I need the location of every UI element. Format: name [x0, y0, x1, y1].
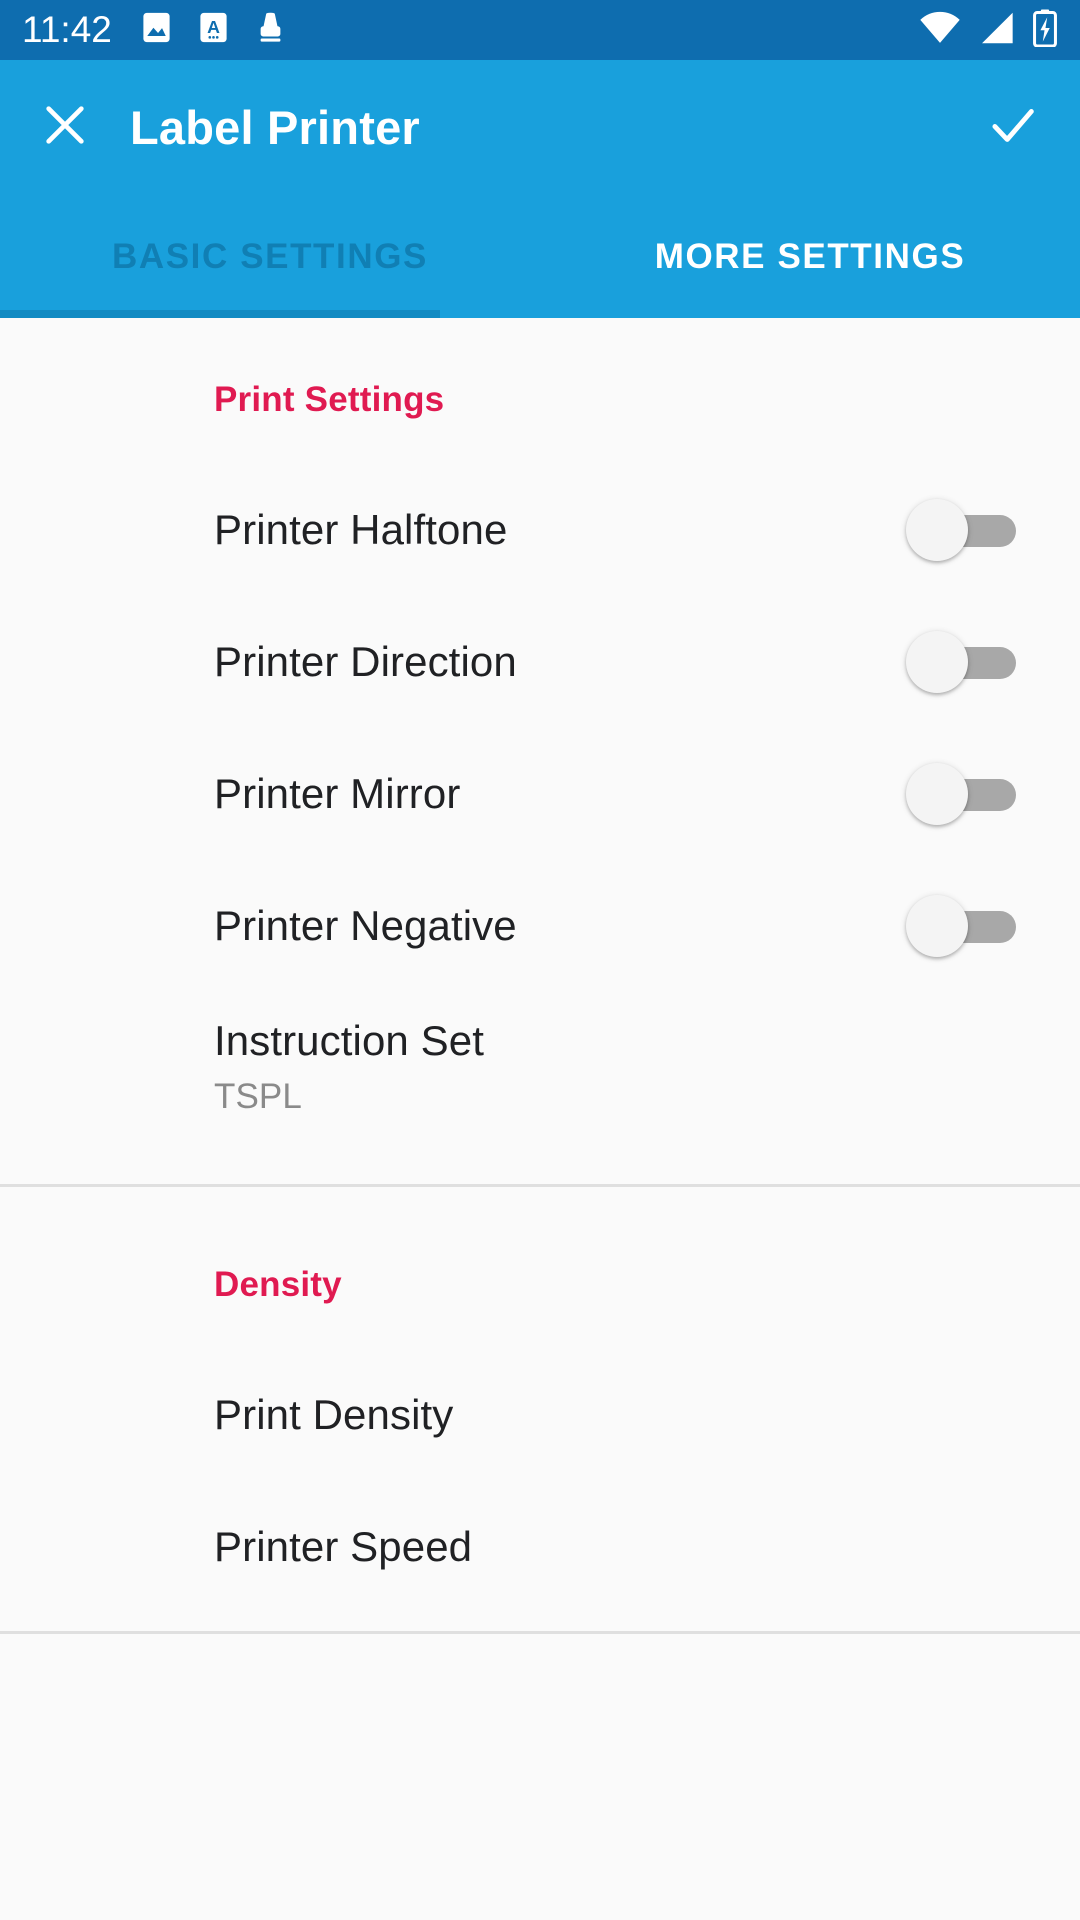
section-header-density: Density: [214, 1265, 342, 1304]
phone-screen: 11:42 A Label Printer BASIC SETTINGS MOR…: [0, 0, 1080, 1920]
tab-indicator: [0, 310, 440, 318]
row-printer-negative-text: Printer Negative: [214, 900, 517, 952]
row-instruction-set-value: TSPL: [214, 1076, 302, 1116]
row-print-density-label: Print Density: [214, 1391, 454, 1438]
row-printer-mirror-text: Printer Mirror: [214, 768, 460, 820]
status-bar-clock: 11:42: [22, 9, 112, 50]
switch-thumb: [906, 499, 968, 561]
tab-bar: BASIC SETTINGS MORE SETTINGS: [0, 195, 1080, 318]
tab-more-settings[interactable]: MORE SETTINGS: [540, 195, 1080, 318]
image-icon: [138, 9, 175, 51]
switch-thumb: [906, 763, 968, 825]
row-print-density-text: Print Density: [214, 1389, 453, 1441]
tab-more-settings-label: MORE SETTINGS: [654, 236, 966, 276]
tab-basic-settings[interactable]: BASIC SETTINGS: [0, 195, 540, 318]
svg-text:A: A: [207, 17, 220, 37]
switch-printer-halftone[interactable]: [906, 499, 1016, 561]
row-printer-speed-text: Printer Speed: [214, 1521, 472, 1573]
row-printer-direction-text: Printer Direction: [214, 636, 517, 688]
status-bar-notification-icons: A: [138, 9, 289, 51]
tab-basic-settings-label: BASIC SETTINGS: [111, 236, 429, 276]
translate-icon: A: [195, 9, 232, 51]
row-instruction-set-label: Instruction Set: [214, 1016, 484, 1064]
cellular-signal-icon: [978, 11, 1015, 50]
switch-thumb: [906, 895, 968, 957]
row-printer-halftone-text: Printer Halftone: [214, 504, 507, 556]
switch-printer-negative[interactable]: [906, 895, 1016, 957]
section-divider: [0, 1184, 1080, 1187]
switch-printer-direction[interactable]: [906, 631, 1016, 693]
battery-charging-icon: [1032, 8, 1058, 52]
row-printer-speed[interactable]: Printer Speed: [0, 1481, 1080, 1613]
close-button[interactable]: [0, 60, 130, 195]
row-instruction-set-text: Instruction Set TSPL: [214, 1015, 484, 1120]
switch-printer-mirror[interactable]: [906, 763, 1016, 825]
confirm-button[interactable]: [945, 60, 1080, 195]
check-icon: [984, 96, 1042, 159]
row-printer-speed-label: Printer Speed: [214, 1523, 473, 1570]
row-printer-direction[interactable]: Printer Direction: [0, 596, 1080, 728]
section-header-print-settings: Print Settings: [214, 380, 445, 419]
close-icon: [37, 97, 93, 158]
row-printer-halftone-label: Printer Halftone: [214, 506, 508, 553]
status-bar-system-icons: [919, 8, 1058, 52]
row-printer-halftone[interactable]: Printer Halftone: [0, 464, 1080, 596]
row-printer-mirror[interactable]: Printer Mirror: [0, 728, 1080, 860]
row-print-density[interactable]: Print Density: [0, 1349, 1080, 1481]
printer-icon: [252, 9, 289, 51]
app-bar: Label Printer: [0, 60, 1080, 195]
status-bar: 11:42 A: [0, 0, 1080, 60]
row-instruction-set[interactable]: Instruction Set TSPL: [0, 992, 1080, 1142]
settings-list[interactable]: Print Settings Printer Halftone Printer …: [0, 318, 1080, 1920]
switch-thumb: [906, 631, 968, 693]
row-printer-direction-label: Printer Direction: [214, 638, 517, 685]
page-title: Label Printer: [130, 101, 420, 154]
row-printer-negative-label: Printer Negative: [214, 902, 517, 949]
wifi-icon: [919, 11, 961, 50]
row-printer-mirror-label: Printer Mirror: [214, 770, 461, 817]
row-printer-negative[interactable]: Printer Negative: [0, 860, 1080, 992]
bottom-divider: [0, 1631, 1080, 1634]
